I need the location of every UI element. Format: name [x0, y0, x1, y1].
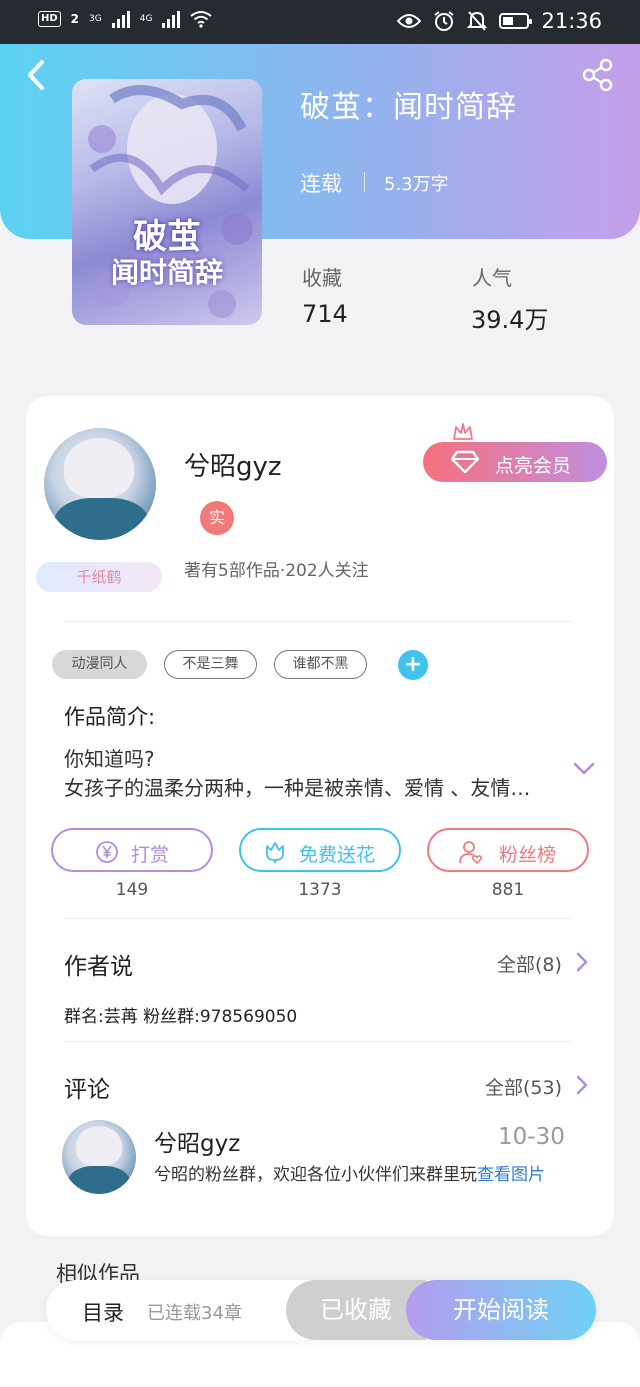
author-avatar[interactable] — [44, 428, 156, 540]
signal-icon — [111, 10, 130, 28]
chapter-count: 已连载34章 — [147, 1303, 242, 1324]
cover-subtitle: 闻时简辞 — [110, 256, 223, 289]
chevron-right-icon[interactable] — [575, 951, 589, 973]
view-image-link[interactable]: 查看图片 — [477, 1165, 545, 1185]
author-says-more[interactable]: 全部(8) — [497, 950, 562, 977]
verified-badge: 实 — [200, 501, 234, 535]
network-type-1: 3G — [89, 14, 102, 24]
stat-value-favorites: 714 — [302, 300, 348, 328]
flower-count: 1373 — [298, 880, 342, 900]
add-tag-button[interactable]: + — [398, 650, 428, 680]
hd-badge: HD — [38, 11, 61, 27]
alarm-icon — [434, 11, 455, 31]
tip-button[interactable]: 打赏 — [51, 828, 213, 872]
share-icon[interactable] — [582, 58, 614, 92]
commenter-name[interactable]: 兮昭gyz — [154, 1124, 240, 1158]
divider — [64, 1041, 572, 1042]
stat-label-popularity: 人气 — [472, 266, 512, 290]
flower-icon — [266, 842, 284, 863]
fan-ranking-button[interactable]: 粉丝榜 — [427, 828, 589, 872]
table-of-contents-button[interactable]: 目录 — [82, 1297, 124, 1327]
tip-button-label: 打赏 — [131, 844, 170, 866]
stat-label-favorites: 收藏 — [302, 266, 342, 290]
send-flower-label: 免费送花 — [299, 844, 376, 866]
diamond-icon — [451, 450, 479, 474]
author-name[interactable]: 兮昭gyz — [184, 446, 282, 483]
fan-ranking-icon — [459, 841, 483, 864]
comment-text: 兮昭的粉丝群，欢迎各位小伙伴们来群里玩查看图片 — [154, 1162, 574, 1188]
chevron-right-icon[interactable] — [575, 1074, 589, 1096]
vip-button[interactable]: 点亮会员 — [423, 442, 607, 482]
book-title: 破茧：闻时简辞 — [300, 90, 517, 125]
fan-ranking-label: 粉丝榜 — [499, 844, 557, 866]
sim-slot: 2 — [70, 12, 80, 26]
divider — [64, 621, 572, 622]
author-level-badge: 千纸鹤 — [36, 562, 162, 592]
send-flower-button[interactable]: 免费送花 — [239, 828, 401, 872]
stat-value-popularity: 39.4万 — [471, 306, 549, 334]
system-indicators: 21:36 — [397, 9, 602, 33]
vip-button-label: 点亮会员 — [495, 455, 572, 477]
serial-status: 连载 — [300, 172, 342, 196]
network-type-2: 4G — [139, 14, 153, 24]
yen-coin-icon — [96, 841, 118, 863]
tag-2[interactable]: 不是三舞 — [164, 650, 257, 679]
intro-line-1: 你知道吗? — [64, 747, 155, 771]
divider — [364, 172, 365, 192]
comments-title: 评论 — [64, 1077, 110, 1103]
word-count: 5.3万字 — [384, 174, 449, 195]
divider — [64, 918, 572, 919]
back-icon[interactable] — [24, 58, 48, 92]
start-reading-button[interactable]: 开始阅读 — [406, 1280, 596, 1340]
author-says-title: 作者说 — [64, 954, 133, 980]
crown-icon — [453, 423, 473, 440]
commenter-avatar[interactable] — [62, 1120, 136, 1194]
eye-icon — [397, 14, 422, 28]
intro-label: 作品简介: — [64, 705, 156, 729]
tag-anime-fanfic[interactable]: 动漫同人 — [52, 650, 147, 679]
comments-more[interactable]: 全部(53) — [485, 1073, 562, 1100]
collected-button[interactable]: 已收藏 — [286, 1280, 426, 1340]
signal-icon — [162, 10, 181, 28]
author-says-text: 群名:芸苒 粉丝群:978569050 — [64, 1007, 298, 1027]
author-meta: 著有5部作品·202人关注 — [184, 561, 369, 581]
comment-body: 兮昭的粉丝群，欢迎各位小伙伴们来群里玩 — [154, 1165, 477, 1185]
tag-3[interactable]: 谁都不黑 — [274, 650, 367, 679]
mute-icon — [467, 11, 488, 31]
fan-ranking-count: 881 — [491, 880, 525, 900]
intro-line-2: 女孩子的温柔分两种，一种是被亲情、爱情 、友情… — [64, 776, 531, 800]
network-indicators: HD 2 3G 4G — [38, 10, 213, 28]
comment-date: 10-30 — [498, 1124, 565, 1150]
chevron-down-icon[interactable] — [572, 760, 596, 778]
tip-count: 149 — [115, 880, 149, 900]
clock: 21:36 — [541, 9, 602, 33]
battery-icon — [499, 13, 533, 29]
wifi-icon — [190, 11, 213, 28]
status-bar: HD 2 3G 4G 21:36 — [0, 0, 640, 44]
book-cover[interactable]: 破茧 闻时简辞 — [72, 79, 262, 325]
